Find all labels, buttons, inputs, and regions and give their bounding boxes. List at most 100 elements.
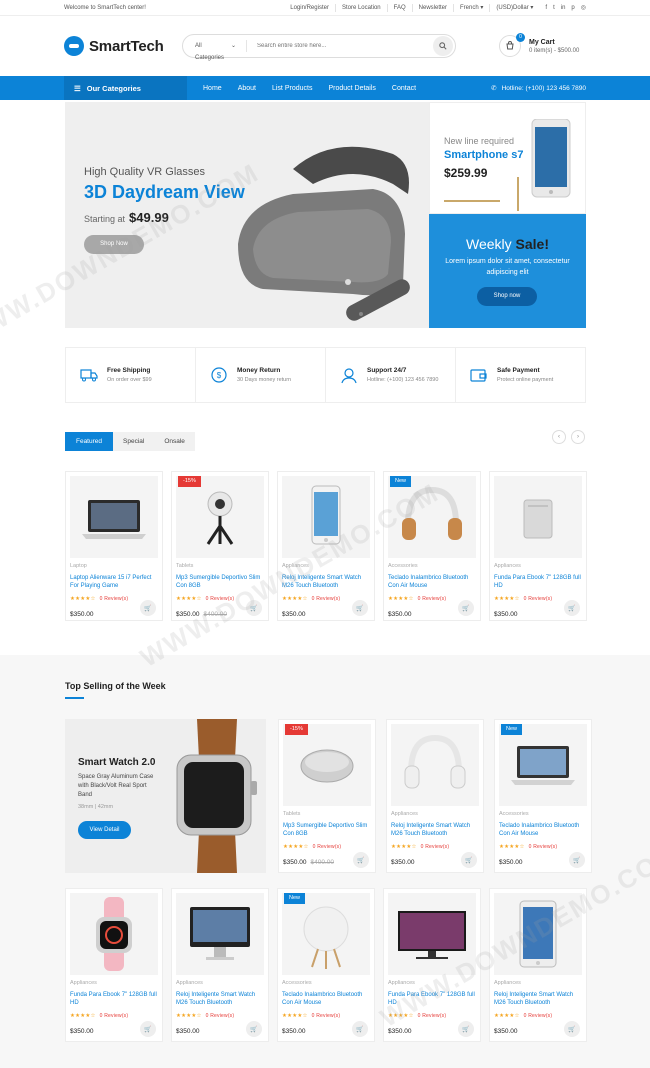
store-location-link[interactable]: Store Location: [334, 3, 387, 12]
nav-item-about[interactable]: About: [230, 85, 264, 92]
search-category-select[interactable]: All Categories ⌄: [183, 40, 247, 61]
product-name[interactable]: Funda Para Ebook 7" 128GB full HD: [70, 991, 160, 1007]
product-image[interactable]: [176, 893, 264, 975]
product-image[interactable]: [494, 893, 582, 975]
twitter-icon[interactable]: t: [553, 4, 555, 12]
product-card[interactable]: Appliances Reloj Inteligente Smart Watch…: [489, 888, 587, 1042]
add-to-cart-button[interactable]: 🛒: [352, 600, 368, 616]
tab-onsale[interactable]: Onsale: [154, 432, 195, 451]
hero-shop-now-button[interactable]: Shop Now: [84, 235, 144, 254]
product-name[interactable]: Reloj Inteligente Smart Watch M26 Touch …: [494, 991, 584, 1007]
product-card[interactable]: Laptop Laptop Alienware 15 i7 Perfect Fo…: [65, 471, 163, 621]
speaker-image: [300, 749, 354, 783]
product-name[interactable]: Laptop Alienware 15 i7 Perfect For Playi…: [70, 574, 160, 590]
currency-select[interactable]: (USD)Dollar ▾: [489, 3, 539, 12]
language-select[interactable]: French ▾: [453, 3, 489, 12]
chevron-right-icon[interactable]: ›: [571, 430, 585, 444]
product-rating: ★★★★☆ 0 Review(s): [494, 596, 552, 602]
smartwatch-image: [176, 719, 257, 873]
add-to-cart-button[interactable]: 🛒: [246, 1021, 262, 1037]
mini-cart[interactable]: 0 My Cart 0 item(s) - $500.00: [499, 33, 579, 57]
product-name[interactable]: Mp3 Sumergible Deportivo Slim Con 8GB: [176, 574, 266, 590]
product-image[interactable]: [494, 476, 582, 558]
tab-featured[interactable]: Featured: [65, 432, 113, 451]
product-card[interactable]: Appliances Reloj Inteligente Smart Watch…: [171, 888, 269, 1042]
product-name[interactable]: Funda Para Ebook 7" 128GB full HD: [388, 991, 478, 1007]
product-image[interactable]: [391, 724, 479, 806]
pinterest-icon[interactable]: p: [571, 4, 574, 12]
hero-banner[interactable]: High Quality VR Glasses 3D Daydream View…: [65, 102, 429, 328]
product-category: Appliances: [176, 980, 203, 986]
product-card[interactable]: Appliances Funda Para Ebook 7" 128GB ful…: [65, 888, 163, 1042]
chevron-left-icon[interactable]: ‹: [552, 430, 566, 444]
review-count: 0 Review(s): [99, 1013, 129, 1019]
tab-special[interactable]: Special: [113, 432, 155, 451]
product-card[interactable]: New Accessories Teclado Inalambrico Blue…: [494, 719, 592, 873]
product-image[interactable]: [282, 476, 370, 558]
product-name[interactable]: Teclado Inalambrico Bluetooth Con Air Mo…: [388, 574, 478, 590]
review-count: 0 Review(s): [311, 596, 341, 602]
add-to-cart-button[interactable]: 🛒: [569, 852, 585, 868]
facebook-icon[interactable]: f: [545, 4, 547, 12]
product-name[interactable]: Teclado Inalambrico Bluetooth Con Air Mo…: [282, 991, 372, 1007]
product-image[interactable]: [283, 724, 371, 806]
price-current: $350.00: [176, 611, 200, 618]
product-image[interactable]: [388, 893, 476, 975]
product-card[interactable]: Appliances Reloj Inteligente Smart Watch…: [386, 719, 484, 873]
product-card[interactable]: -15% Tablets Mp3 Sumergible Deportivo Sl…: [278, 719, 376, 873]
nav-item-contact[interactable]: Contact: [384, 85, 424, 92]
product-card[interactable]: New Accessories Teclado Inalambrico Blue…: [277, 888, 375, 1042]
add-to-cart-button[interactable]: 🛒: [352, 1021, 368, 1037]
round-speaker-image: [303, 906, 349, 969]
product-card[interactable]: Appliances Funda Para Ebook 7" 128GB ful…: [383, 888, 481, 1042]
add-to-cart-button[interactable]: 🛒: [353, 852, 369, 868]
product-image[interactable]: [282, 893, 370, 975]
product-name[interactable]: Teclado Inalambrico Bluetooth Con Air Mo…: [499, 822, 589, 838]
add-to-cart-button[interactable]: 🛒: [140, 1021, 156, 1037]
product-name[interactable]: Reloj Inteligente Smart Watch M26 Touch …: [176, 991, 266, 1007]
add-to-cart-button[interactable]: 🛒: [458, 600, 474, 616]
add-to-cart-button[interactable]: 🛒: [458, 1021, 474, 1037]
product-card[interactable]: Appliances Funda Para Ebook 7" 128GB ful…: [489, 471, 587, 621]
product-rating: ★★★★☆ 0 Review(s): [282, 1013, 340, 1019]
top-selling-row-2: Appliances Funda Para Ebook 7" 128GB ful…: [65, 888, 587, 1042]
add-to-cart-button[interactable]: 🛒: [246, 600, 262, 616]
search-input[interactable]: [247, 43, 433, 49]
categories-menu-button[interactable]: ☰ Our Categories: [64, 76, 187, 100]
login-register-link[interactable]: Login/Register: [284, 4, 335, 12]
add-to-cart-button[interactable]: 🛒: [461, 852, 477, 868]
view-detail-button[interactable]: View Detail: [78, 821, 131, 839]
linkedin-icon[interactable]: in: [561, 4, 566, 12]
newsletter-link[interactable]: Newsletter: [411, 3, 453, 12]
product-image[interactable]: [388, 476, 476, 558]
product-image[interactable]: [176, 476, 264, 558]
weekly-shop-now-button[interactable]: Shop now: [477, 287, 537, 306]
product-card[interactable]: Appliances Reloj Inteligente Smart Watch…: [277, 471, 375, 621]
smartphone-banner[interactable]: New line required Smartphone s7 $259.99: [429, 102, 586, 214]
product-image[interactable]: [70, 893, 158, 975]
weekly-sale-banner[interactable]: Weekly Sale! Lorem ipsum dolor sit amet,…: [429, 214, 586, 328]
product-card[interactable]: -15% Tablets Mp3 Sumergible Deportivo Sl…: [171, 471, 269, 621]
promo-smartwatch-banner[interactable]: Smart Watch 2.0 Space Gray Aluminum Case…: [65, 719, 266, 873]
dribbble-icon[interactable]: ◎: [581, 4, 586, 12]
product-card[interactable]: New Accessories Teclado Inalambrico Blue…: [383, 471, 481, 621]
search-button[interactable]: [433, 36, 453, 56]
product-name[interactable]: Reloj Inteligente Smart Watch M26 Touch …: [391, 822, 481, 838]
cart-icon: 🛒: [357, 857, 365, 864]
product-name[interactable]: Funda Para Ebook 7" 128GB full HD: [494, 574, 584, 590]
add-to-cart-button[interactable]: 🛒: [140, 600, 156, 616]
faq-link[interactable]: FAQ: [386, 3, 412, 12]
logo[interactable]: SmartTech: [64, 36, 182, 56]
nav-item-list-products[interactable]: List Products: [264, 85, 320, 92]
add-to-cart-button[interactable]: 🛒: [564, 1021, 580, 1037]
product-image[interactable]: [499, 724, 587, 806]
add-to-cart-button[interactable]: 🛒: [564, 600, 580, 616]
nav-item-home[interactable]: Home: [195, 85, 230, 92]
product-name[interactable]: Reloj Inteligente Smart Watch M26 Touch …: [282, 574, 372, 590]
nav-item-product-details[interactable]: Product Details: [320, 85, 383, 92]
product-name[interactable]: Mp3 Sumergible Deportivo Slim Con 8GB: [283, 822, 373, 838]
product-category: Appliances: [391, 811, 418, 817]
service-safe-payment: Safe Payment Protect online payment: [455, 348, 585, 402]
header: SmartTech All Categories ⌄ 0 My Cart 0 it…: [0, 16, 650, 76]
product-image[interactable]: [70, 476, 158, 558]
